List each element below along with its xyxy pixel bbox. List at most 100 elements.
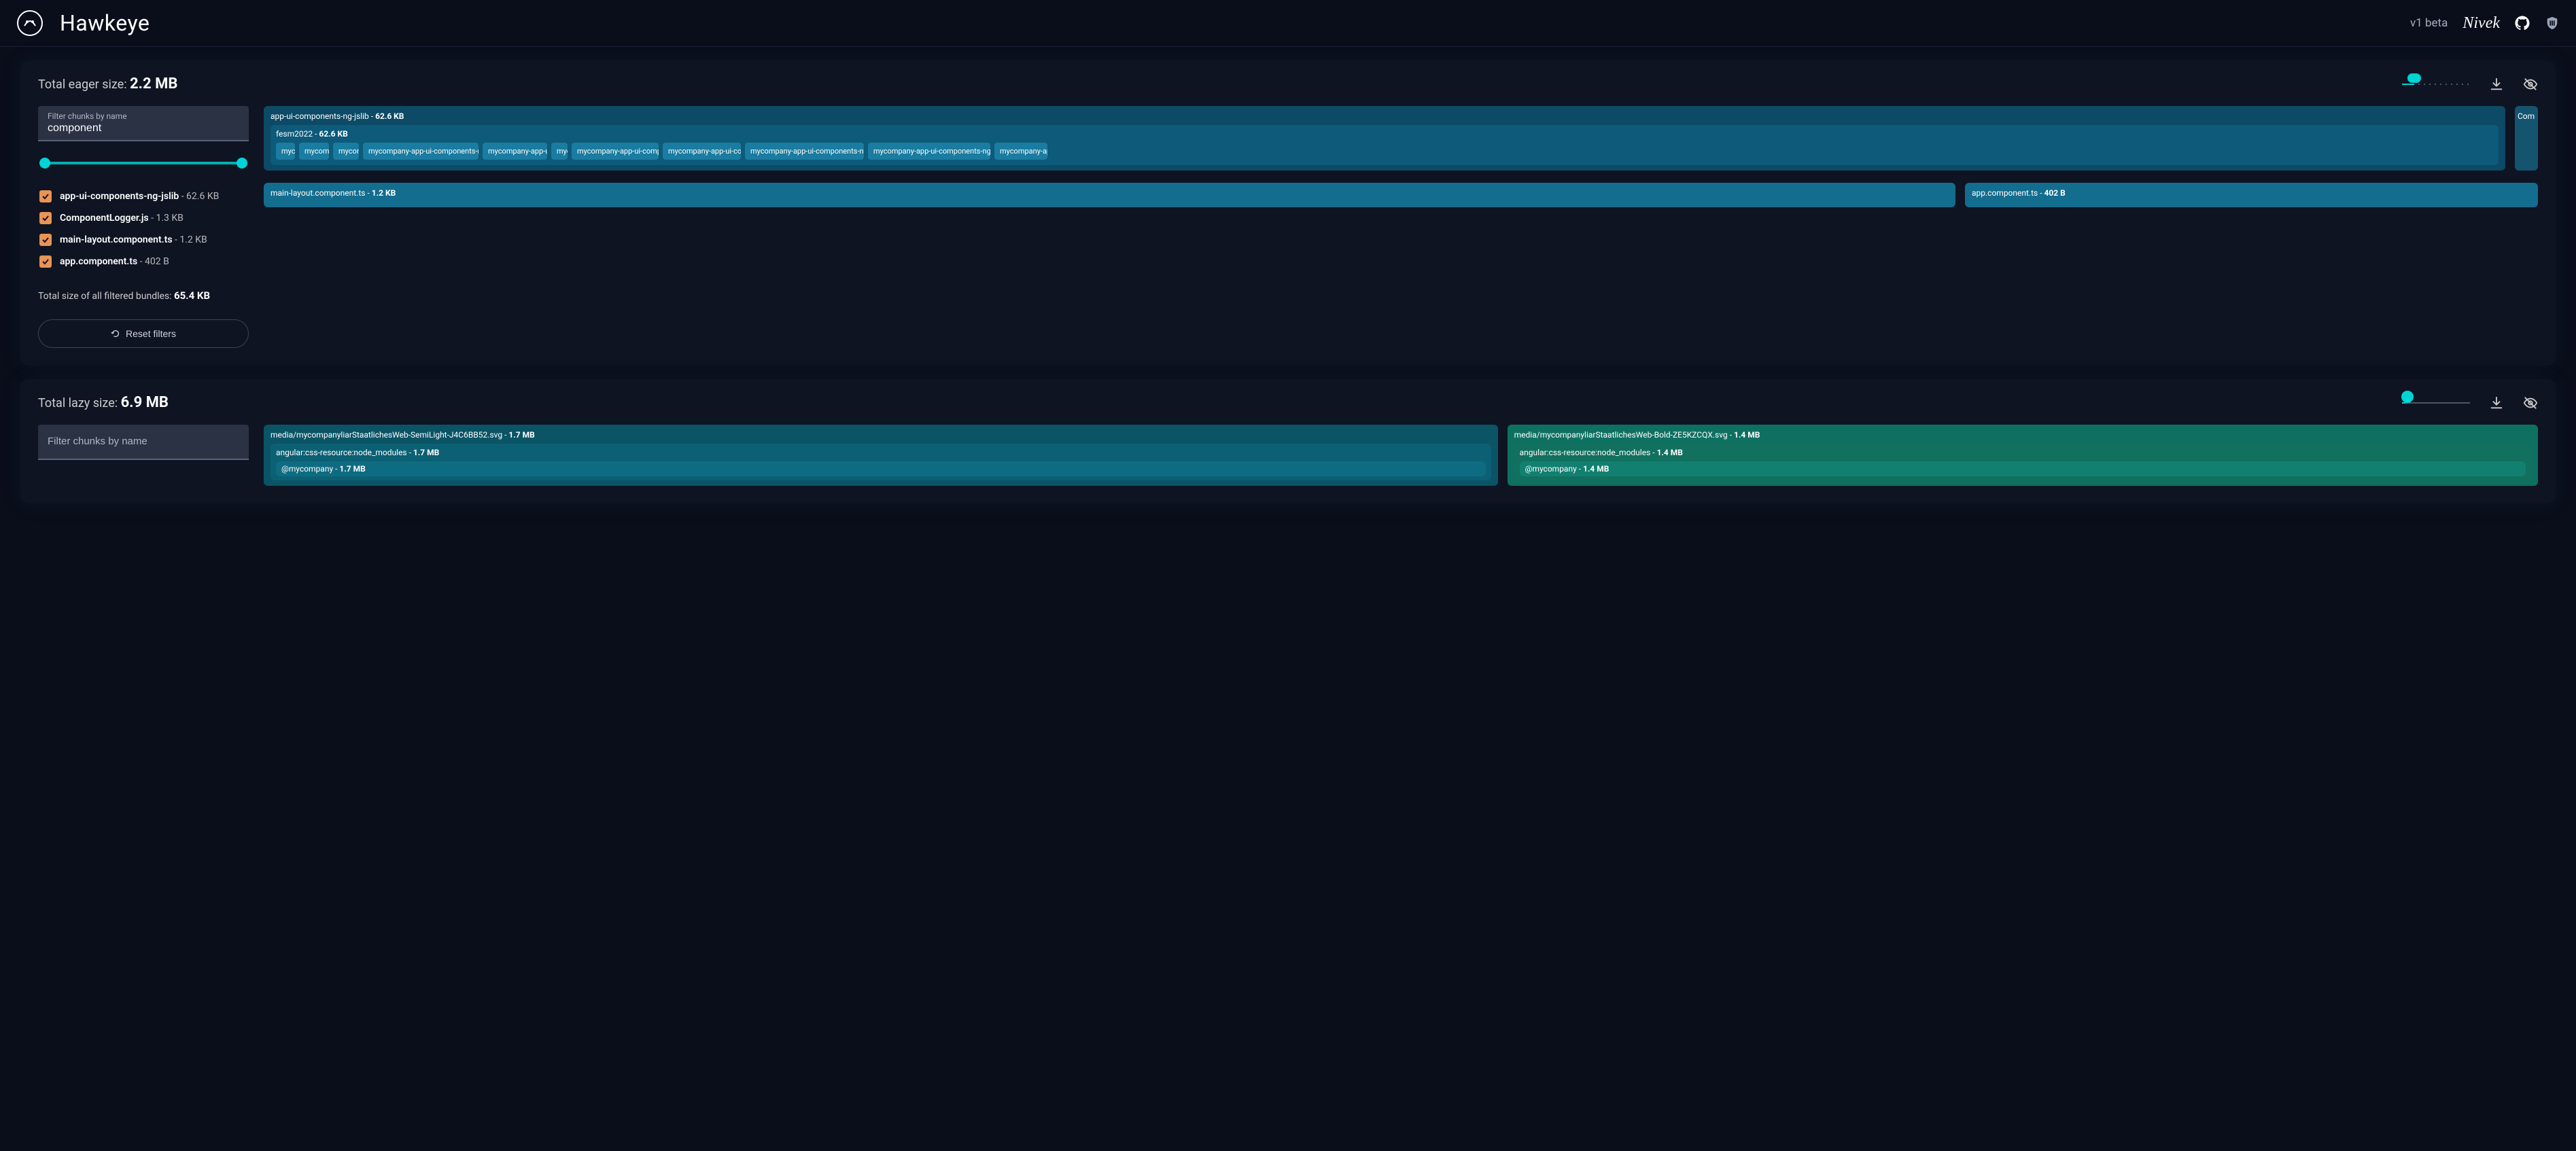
chunk-item[interactable]: main-layout.component.ts - 1.2 KB — [39, 234, 247, 246]
lazy-header: Total lazy size: 6.9 MB — [38, 394, 2538, 411]
chunk-size: - 402 B — [140, 256, 169, 267]
treemap-chip[interactable]: mycom — [276, 143, 295, 160]
size-range-slider[interactable] — [41, 156, 246, 170]
block-header: media/mycompanyliarStaatlichesWeb-SemiLi… — [271, 430, 1491, 440]
filter-input[interactable] — [48, 434, 239, 449]
treemap-block-sub[interactable]: fesm2022 - 62.6 KB mycom mycomp mycomp m… — [271, 125, 2499, 165]
download-button[interactable] — [2489, 77, 2504, 92]
lazy-title-prefix: Total lazy size: — [38, 396, 121, 410]
treemap-chip[interactable]: mycompany-app-ui-comp — [663, 143, 741, 160]
chunk-name: app.component.ts — [60, 256, 137, 267]
check-icon — [41, 192, 50, 200]
eager-header: Total eager size: 2.2 MB — [38, 75, 2538, 92]
lazy-title: Total lazy size: 6.9 MB — [38, 394, 169, 411]
treemap-chip[interactable]: mycompany-app-ui-co — [483, 143, 547, 160]
version-label: v1 beta — [2410, 16, 2448, 30]
eager-treemap[interactable]: app-ui-components-ng-jslib - 62.6 KB fes… — [264, 106, 2538, 348]
treemap-chip[interactable]: mycompany-app-ui-components-ng-jslib-s — [868, 143, 990, 160]
chunk-name: app-ui-components-ng-jslib — [60, 191, 179, 202]
block-header: media/mycompanyliarStaatlichesWeb-Bold-Z… — [1514, 430, 2531, 440]
app-logo — [16, 10, 43, 37]
eye-off-icon — [2523, 395, 2538, 410]
download-button[interactable] — [2489, 395, 2504, 410]
eager-section: Total eager size: 2.2 MB Filter chunks b… — [20, 60, 2556, 366]
block-header: @mycompany - 1.7 MB — [281, 464, 1480, 474]
shield-icon — [2545, 16, 2560, 31]
treemap-block-sub[interactable]: angular:css-resource:node_modules - 1.4 … — [1514, 444, 2531, 480]
filter-label: Filter chunks by name — [48, 111, 239, 121]
app-title: Hawkeye — [60, 10, 150, 36]
chunk-size: - 1.2 KB — [175, 234, 207, 245]
checkbox-checked[interactable] — [39, 212, 52, 224]
check-icon — [41, 258, 50, 266]
lazy-total-size: 6.9 MB — [121, 394, 169, 411]
app-header: Hawkeye v1 beta Nivek — [0, 0, 2576, 47]
block-header: @mycompany - 1.4 MB — [1525, 464, 2520, 474]
block-header: main-layout.component.ts - 1.2 KB — [271, 188, 1949, 198]
treemap-block-sub2[interactable]: @mycompany - 1.4 MB — [1520, 461, 2526, 476]
lazy-controls — [2402, 395, 2538, 410]
lazy-body: media/mycompanyliarStaatlichesWeb-SemiLi… — [38, 425, 2538, 486]
filter-input-wrap[interactable]: Filter chunks by name — [38, 106, 249, 141]
visibility-toggle[interactable] — [2523, 395, 2538, 410]
eye-off-icon — [2523, 77, 2538, 92]
chunk-size: - 62.6 KB — [181, 191, 220, 202]
chip-row: mycom mycomp mycomp mycompany-app-ui-com… — [276, 143, 2493, 160]
undo-icon — [111, 329, 120, 338]
author-label[interactable]: Nivek — [2462, 14, 2500, 33]
block-header: app-ui-components-ng-jslib - 62.6 KB — [271, 111, 2499, 121]
treemap-block-sub[interactable]: angular:css-resource:node_modules - 1.7 … — [271, 444, 1491, 480]
visibility-toggle[interactable] — [2523, 77, 2538, 92]
filter-input[interactable] — [48, 121, 239, 136]
treemap-block-side[interactable]: Com — [2515, 106, 2538, 171]
check-icon — [41, 236, 50, 244]
github-link[interactable] — [2515, 16, 2530, 31]
treemap-chip[interactable]: myc — [551, 143, 568, 160]
chunk-item[interactable]: app-ui-components-ng-jslib - 62.6 KB — [39, 190, 247, 202]
treemap-block-row2-right[interactable]: app.component.ts - 402 B — [1965, 183, 2538, 207]
block-header: fesm2022 - 62.6 KB — [276, 129, 2493, 139]
treemap-block-row2-left[interactable]: main-layout.component.ts - 1.2 KB — [264, 183, 1955, 207]
treemap-chip[interactable]: mycompany-app-ui-components-ng-jslib — [363, 143, 478, 160]
block-header: app.component.ts - 402 B — [1972, 188, 2531, 198]
treemap-chip[interactable]: mycompany-app-ui-components-ng-jslib-s — [745, 143, 864, 160]
treemap-chip[interactable]: mycomp — [333, 143, 359, 160]
lazy-treemap[interactable]: media/mycompanyliarStaatlichesWeb-SemiLi… — [264, 425, 2538, 486]
treemap-block-lazy-left[interactable]: media/mycompanyliarStaatlichesWeb-SemiLi… — [264, 425, 1498, 486]
lazy-sidebar — [38, 425, 249, 486]
block-header: angular:css-resource:node_modules - 1.4 … — [1520, 448, 2526, 457]
eager-body: Filter chunks by name app-ui-components-… — [38, 106, 2538, 348]
filtered-total: Total size of all filtered bundles: 65.4… — [38, 289, 249, 302]
treemap-block-lazy-right[interactable]: media/mycompanyliarStaatlichesWeb-Bold-Z… — [1508, 425, 2538, 486]
check-icon — [41, 214, 50, 222]
lazy-section: Total lazy size: 6.9 MB media/mycom — [20, 379, 2556, 503]
download-icon — [2489, 395, 2504, 410]
download-icon — [2489, 77, 2504, 92]
checkbox-checked[interactable] — [39, 190, 52, 202]
filter-input-wrap[interactable] — [38, 425, 249, 460]
treemap-block-main[interactable]: app-ui-components-ng-jslib - 62.6 KB fes… — [264, 106, 2505, 171]
block-header: angular:css-resource:node_modules - 1.7 … — [276, 448, 1486, 457]
header-right: v1 beta Nivek — [2410, 14, 2560, 33]
reset-label: Reset filters — [126, 328, 176, 339]
treemap-chip[interactable]: mycompany-app-ui-compone — [572, 143, 659, 160]
header-left: Hawkeye — [16, 10, 150, 37]
eager-sidebar: Filter chunks by name app-ui-components-… — [38, 106, 249, 348]
eager-title-prefix: Total eager size: — [38, 77, 130, 92]
depth-slider[interactable] — [2402, 396, 2470, 410]
depth-slider[interactable] — [2402, 77, 2470, 91]
shield-badge[interactable] — [2545, 16, 2560, 31]
eager-title: Total eager size: 2.2 MB — [38, 75, 177, 92]
chunk-name: ComponentLogger.js — [60, 213, 149, 224]
eager-controls — [2402, 77, 2538, 92]
checkbox-checked[interactable] — [39, 234, 52, 246]
chunk-item[interactable]: ComponentLogger.js - 1.3 KB — [39, 212, 247, 224]
chunk-item[interactable]: app.component.ts - 402 B — [39, 255, 247, 268]
reset-filters-button[interactable]: Reset filters — [38, 319, 249, 348]
treemap-chip[interactable]: mycomp — [299, 143, 329, 160]
treemap-chip[interactable]: mycompany-app — [994, 143, 1047, 160]
chunk-list: app-ui-components-ng-jslib - 62.6 KB Com… — [38, 188, 249, 270]
checkbox-checked[interactable] — [39, 255, 52, 268]
treemap-block-sub2[interactable]: @mycompany - 1.7 MB — [276, 461, 1486, 476]
github-icon — [2515, 16, 2530, 31]
